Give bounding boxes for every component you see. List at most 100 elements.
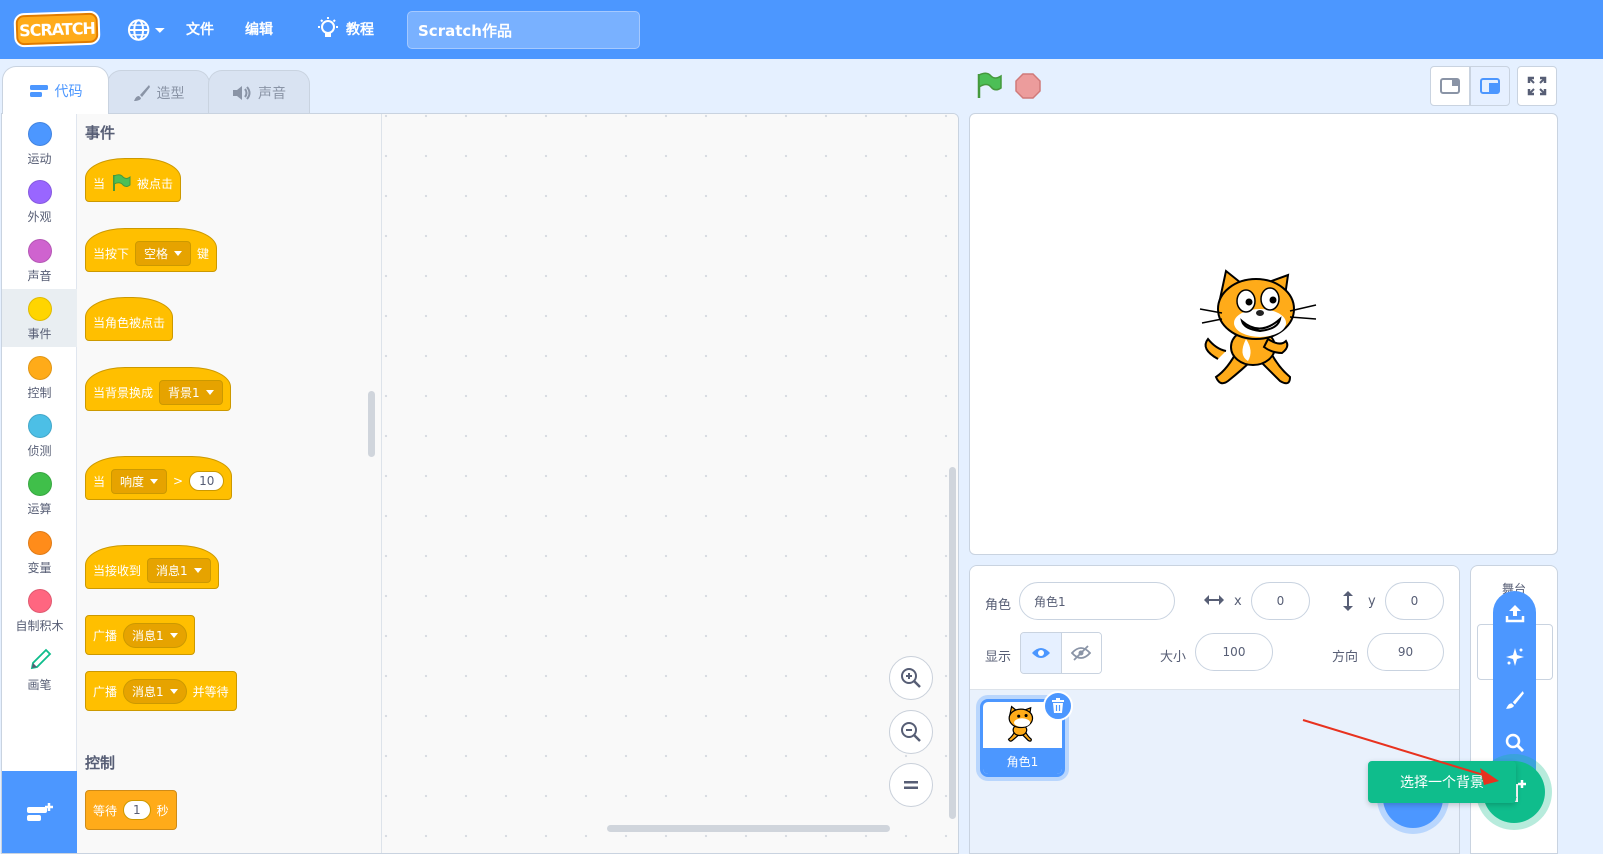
scratch-logo[interactable]: SCRATCH (13, 10, 101, 48)
category-item[interactable]: 运动 (2, 114, 77, 172)
tab-sounds[interactable]: 声音 (208, 70, 310, 114)
category-item[interactable]: 外观 (2, 172, 77, 230)
block-text: 等待 (93, 803, 118, 818)
loudness-number-input[interactable]: 10 (189, 471, 225, 491)
broadcast-wait-dropdown[interactable]: 消息1 (123, 678, 187, 704)
loudness-dropdown[interactable]: 响度 (111, 468, 168, 494)
category-item[interactable]: 变量 (2, 523, 77, 581)
language-menu[interactable] (126, 16, 166, 44)
size-input[interactable] (1195, 633, 1273, 671)
category-item[interactable]: 运算 (2, 464, 77, 522)
sprite-name-input[interactable] (1019, 582, 1175, 620)
visibility-toggle (1020, 632, 1102, 674)
green-flag-icon (113, 174, 131, 191)
zoom-out-button[interactable] (889, 710, 933, 754)
edit-menu[interactable]: 编辑 (245, 19, 273, 39)
caret-down-icon (150, 478, 159, 484)
globe-icon (127, 19, 150, 41)
search-icon (1505, 733, 1524, 753)
hide-button[interactable] (1060, 633, 1101, 673)
vertical-arrows-icon (1343, 591, 1353, 611)
backdrop-value: 背景1 (168, 385, 200, 400)
delete-sprite-button[interactable] (1043, 691, 1073, 721)
category-label: 变量 (27, 561, 52, 575)
category-item[interactable]: 画笔 (2, 640, 77, 698)
paint-backdrop-button[interactable] (1493, 680, 1536, 720)
tab-costumes[interactable]: 造型 (107, 70, 210, 114)
tab-code[interactable]: 代码 (2, 66, 109, 114)
surprise-backdrop-button[interactable] (1493, 637, 1536, 677)
category-item[interactable]: 侦测 (2, 406, 77, 464)
category-item[interactable]: 事件 (2, 289, 77, 347)
add-extension-button[interactable] (2, 771, 77, 853)
block-palette: 事件 当 被点击 当按下 空格 键 当角色被点击 当背景换成 背景1 当 响度 … (77, 114, 382, 853)
block-text: 被点击 (137, 176, 174, 191)
small-stage-button[interactable] (1430, 66, 1470, 106)
palette-scrollbar[interactable] (368, 391, 375, 457)
caret-down-icon (193, 567, 202, 573)
project-title-input[interactable] (407, 11, 640, 49)
control-heading: 控制 (85, 754, 116, 772)
zoom-in-button[interactable] (889, 656, 933, 700)
broadcast-wait-value: 消息1 (132, 684, 164, 699)
fullscreen-button[interactable] (1517, 66, 1557, 106)
block-wait[interactable]: 等待 1 秒 (85, 790, 177, 830)
category-label: 自制积木 (15, 619, 64, 633)
backdrop-menu (1493, 591, 1536, 781)
file-menu[interactable]: 文件 (186, 19, 214, 39)
lightbulb-icon[interactable] (316, 16, 340, 42)
block-when-key-pressed[interactable]: 当按下 空格 键 (85, 228, 218, 272)
backdrop-dropdown[interactable]: 背景1 (159, 379, 223, 405)
workspace-vertical-scrollbar[interactable] (949, 467, 956, 819)
block-text: > (173, 474, 184, 488)
upload-backdrop-button[interactable] (1493, 593, 1536, 633)
broadcast-value: 消息1 (132, 628, 164, 643)
y-label: y (1368, 594, 1376, 609)
block-broadcast-and-wait[interactable]: 广播 消息1 并等待 (85, 671, 237, 711)
search-backdrop-button[interactable] (1493, 723, 1536, 763)
block-when-receive[interactable]: 当接收到 消息1 (85, 545, 219, 589)
category-menu: 运动 外观 声音 事件控制侦测 运算变量自制积木画笔 (2, 114, 77, 771)
tab-code-label: 代码 (54, 83, 83, 100)
large-stage-button[interactable] (1470, 66, 1510, 106)
block-text: 当背景换成 (93, 385, 154, 400)
block-when-sprite-clicked[interactable]: 当角色被点击 (85, 297, 174, 341)
block-text: 当按下 (93, 246, 130, 261)
category-item[interactable]: 自制积木 (2, 581, 77, 639)
show-label: 显示 (985, 650, 1012, 665)
stop-button[interactable] (1014, 72, 1042, 100)
category-item[interactable]: 控制 (2, 348, 77, 406)
wait-number-input[interactable]: 1 (123, 800, 151, 820)
block-when-loudness[interactable]: 当 响度 > 10 (85, 456, 233, 500)
large-stage-icon (1480, 78, 1500, 94)
fullscreen-icon (1527, 76, 1547, 96)
chevron-down-icon (155, 28, 166, 33)
zoom-reset-button[interactable] (889, 763, 933, 807)
small-stage-icon (1440, 78, 1460, 94)
sprite-name-label: 角色 (985, 598, 1012, 613)
key-dropdown[interactable]: 空格 (135, 240, 192, 266)
direction-input[interactable] (1367, 633, 1444, 671)
script-workspace[interactable] (382, 114, 958, 853)
broadcast-dropdown[interactable]: 消息1 (123, 622, 187, 648)
cat-sprite-icon[interactable] (1198, 269, 1328, 399)
workspace-horizontal-scrollbar[interactable] (607, 825, 890, 832)
block-text: 并等待 (192, 684, 229, 699)
stage-canvas[interactable] (969, 113, 1558, 555)
block-when-flag-clicked[interactable]: 当 被点击 (85, 158, 182, 202)
block-text: 广播 (93, 628, 118, 643)
events-heading: 事件 (85, 124, 116, 142)
zoom-in-icon (901, 668, 921, 688)
block-text: 广播 (93, 684, 118, 699)
show-button[interactable] (1021, 633, 1061, 673)
green-flag-button[interactable] (975, 72, 1003, 100)
block-broadcast[interactable]: 广播 消息1 (85, 615, 195, 655)
x-input[interactable] (1251, 582, 1310, 620)
direction-label: 方向 (1332, 650, 1359, 665)
tutorials-menu[interactable]: 教程 (346, 19, 374, 39)
message-dropdown[interactable]: 消息1 (147, 557, 211, 583)
category-item[interactable]: 声音 (2, 231, 77, 289)
category-label: 控制 (27, 386, 52, 400)
block-when-backdrop-switches[interactable]: 当背景换成 背景1 (85, 367, 231, 411)
y-input[interactable] (1385, 582, 1444, 620)
